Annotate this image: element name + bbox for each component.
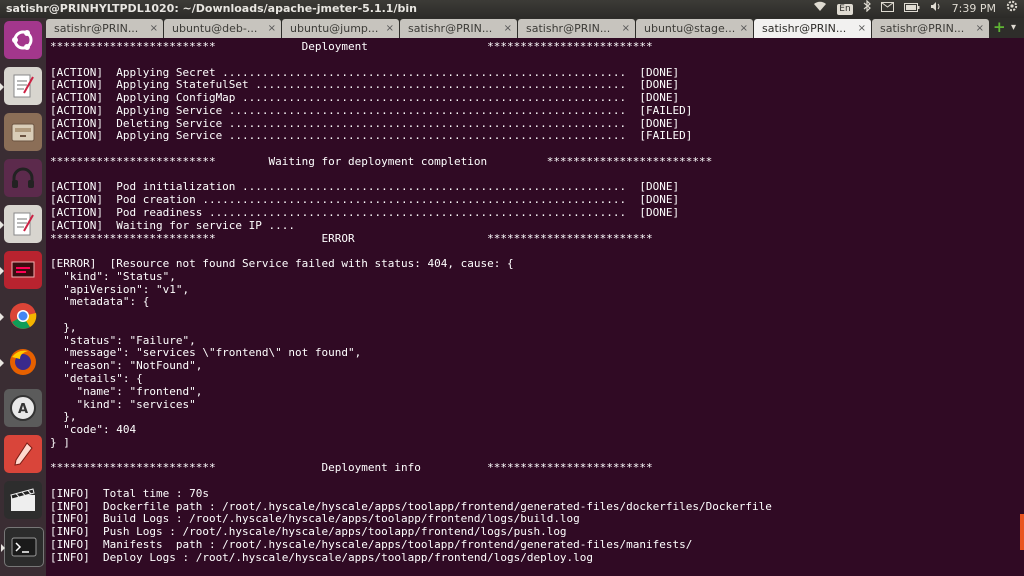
terminal-line: [ACTION] Pod readiness .................… [50, 206, 680, 219]
headphones-icon[interactable] [4, 159, 42, 197]
terminal-line: [ACTION] Applying Service ..............… [50, 129, 693, 143]
tab-terminal-5[interactable]: satishr@PRIN... × [518, 19, 635, 38]
tab-label: ubuntu@deb-... [172, 22, 258, 35]
tab-label: satishr@PRIN... [762, 22, 847, 35]
terminal-line: [ACTION] Applying Secret ...............… [50, 65, 680, 79]
terminal-line: [ACTION] Pod initialization ............… [50, 180, 680, 194]
terminal-line: ************************* Deployment ***… [50, 40, 653, 53]
close-icon[interactable]: × [858, 19, 866, 38]
close-icon[interactable]: × [386, 19, 394, 38]
tab-menu-chevron-icon[interactable]: ▾ [1011, 18, 1023, 38]
terminal-line: [ACTION] Deleting Service ..............… [50, 116, 680, 130]
tab-label: satishr@PRIN... [526, 22, 611, 35]
keyboard-layout-indicator[interactable]: En [837, 3, 853, 15]
terminal-line: "metadata": { [50, 295, 150, 309]
terminal-line: [INFO] Deploy Logs : /root/.hyscale/hysc… [50, 550, 594, 564]
bluetooth-icon[interactable] [863, 0, 871, 18]
terminal-line: }, [50, 410, 77, 424]
system-tray: En 7:39 PM [813, 0, 1018, 18]
tab-label: satishr@PRIN... [408, 22, 493, 35]
clock[interactable]: 7:39 PM [952, 0, 996, 18]
terminal-line: [ACTION] Applying StatefulSet ..........… [50, 78, 680, 92]
chrome-icon[interactable] [0, 297, 42, 335]
add-tab-icon[interactable]: + [993, 18, 1007, 38]
pen-tool-icon[interactable] [4, 435, 42, 473]
terminal-line: "kind": "services" [50, 397, 196, 411]
terminal-line: "code": 404 [50, 423, 137, 437]
terminal-line: [ERROR] [Resource not found Service fail… [50, 257, 514, 271]
terminal-line: [ACTION] Applying Service ..............… [50, 103, 693, 117]
tab-label: ubuntu@jump... [290, 22, 379, 35]
scrollbar-thumb[interactable] [1020, 514, 1024, 550]
terminal-line: "details": { [50, 372, 143, 386]
battery-icon[interactable] [903, 0, 920, 18]
terminal-line: [INFO] Manifests path : /root/.hyscale/h… [50, 538, 693, 552]
tab-terminal-7-active[interactable]: satishr@PRIN... × [754, 19, 871, 38]
terminal-line: [ACTION] Pod creation ..................… [50, 193, 680, 207]
terminal-line: [INFO] Build Logs : /root/.hyscale/hysca… [50, 512, 580, 526]
terminal-line: [ACTION] Applying ConfigMap ............… [50, 91, 680, 105]
text-editor-icon[interactable] [0, 205, 42, 243]
video-editor-icon[interactable] [4, 481, 42, 519]
tab-terminal-6[interactable]: ubuntu@stage... × [636, 19, 753, 38]
terminal-line: "kind": "Status", [50, 269, 176, 283]
close-icon[interactable]: × [740, 19, 748, 38]
terminal-line: "status": "Failure", [50, 333, 196, 347]
terminal-line: } ] [50, 435, 70, 449]
terminal-line: [INFO] Dockerfile path : /root/.hyscale/… [50, 499, 772, 513]
software-updater-icon[interactable]: A [4, 389, 42, 427]
close-icon[interactable]: × [976, 19, 984, 38]
terminal-line: "name": "frontend", [50, 384, 203, 398]
terminal-line: "apiVersion": "v1", [50, 282, 190, 296]
launcher: A [0, 18, 47, 576]
top-panel: satishr@PRINHYLTPDL1020: ~/Downloads/apa… [0, 0, 1024, 18]
terminal-line: }, [50, 320, 77, 334]
tab-terminal-8[interactable]: satishr@PRIN... × [872, 19, 989, 38]
power-gear-icon[interactable] [1006, 0, 1018, 18]
svg-text:A: A [18, 402, 28, 417]
wifi-icon[interactable] [813, 0, 827, 18]
close-icon[interactable]: × [622, 19, 630, 38]
tab-terminal-4[interactable]: satishr@PRIN... × [400, 19, 517, 38]
terminal-output[interactable]: ************************* Deployment ***… [46, 38, 1024, 576]
tab-label: satishr@PRIN... [880, 22, 965, 35]
close-icon[interactable]: × [268, 19, 276, 38]
text-editor-icon[interactable] [0, 67, 42, 105]
window-title: satishr@PRINHYLTPDL1020: ~/Downloads/apa… [6, 2, 417, 15]
tab-terminal-1[interactable]: satishr@PRIN... × [46, 19, 163, 38]
terminal-line: ************************* Deployment inf… [50, 461, 653, 475]
close-icon[interactable]: × [504, 19, 512, 38]
close-icon[interactable]: × [150, 19, 158, 38]
terminal-line: [INFO] Push Logs : /root/.hyscale/hyscal… [50, 525, 567, 539]
tab-label: ubuntu@stage... [644, 22, 736, 35]
firefox-icon[interactable] [0, 343, 42, 381]
file-manager-icon[interactable] [4, 113, 42, 151]
terminal-line: [INFO] Total time : 70s [50, 486, 209, 500]
ubuntu-logo-icon[interactable] [4, 21, 42, 59]
terminal-line: ************************* Waiting for de… [50, 154, 713, 168]
terminal-line: "message": "services \"frontend\" not fo… [50, 346, 362, 360]
tab-label: satishr@PRIN... [54, 22, 139, 35]
terminal-line: "reason": "NotFound", [50, 359, 203, 373]
tab-terminal-3[interactable]: ubuntu@jump... × [282, 19, 399, 38]
terminal-tab-bar: satishr@PRIN... × ubuntu@deb-... × ubuntu@… [46, 18, 1024, 38]
terminal-line: ************************* ERROR ********… [50, 231, 653, 245]
terminal-icon[interactable] [1, 527, 44, 567]
tab-terminal-2[interactable]: ubuntu@deb-... × [164, 19, 281, 38]
volume-icon[interactable] [930, 0, 942, 18]
terminal-line: [ACTION] Waiting for service IP .... [50, 218, 296, 232]
presentation-app-icon[interactable] [0, 251, 42, 289]
mail-icon[interactable] [880, 0, 894, 18]
